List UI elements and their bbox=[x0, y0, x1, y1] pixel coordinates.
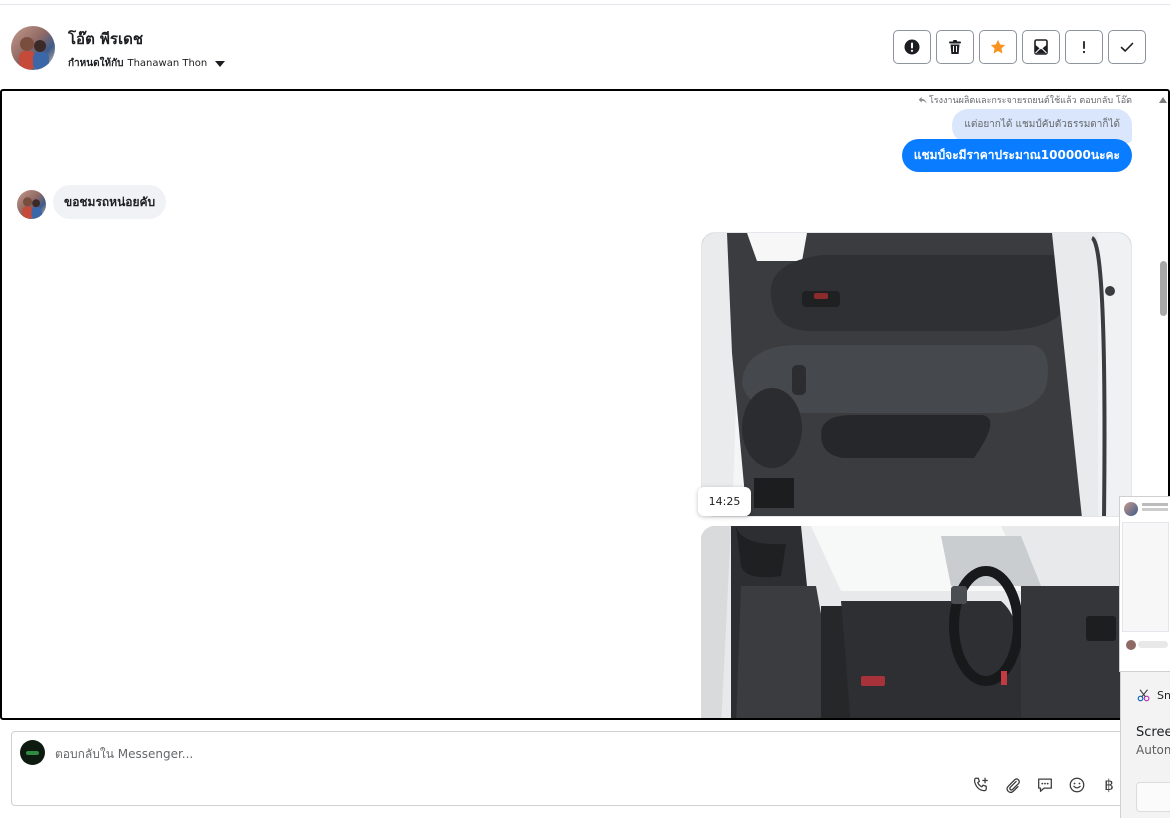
screenshot-thumbnail[interactable] bbox=[1119, 496, 1170, 672]
caret-down-icon bbox=[215, 60, 226, 67]
message-thread[interactable]: โรงงานผลิตและกระจายรถยนต์ใช้แล้ว ตอบกลับ… bbox=[0, 89, 1170, 720]
chat-bubble-icon bbox=[1038, 778, 1052, 792]
inbox-conversation-view: โอ๊ต พีรเดช กำหนดให้กับ Thanawan Thon โร… bbox=[0, 0, 1170, 818]
contact-avatar[interactable] bbox=[11, 26, 55, 70]
conversation-actions bbox=[893, 30, 1146, 64]
paperclip-icon bbox=[1006, 778, 1020, 794]
quoted-message[interactable]: แต่อยากได้ แชมป์คับตัวธรรมดาก็ได้ bbox=[952, 109, 1132, 143]
conversation-header: โอ๊ต พีรเดช กำหนดให้กับ Thanawan Thon bbox=[0, 4, 1170, 88]
exclamation-icon bbox=[1082, 41, 1086, 54]
smiley-icon bbox=[1069, 777, 1085, 793]
snipping-tool-notification[interactable]: Sn Screen Autom bbox=[1120, 672, 1170, 818]
alert-circle-icon bbox=[904, 39, 920, 55]
spam-action-button[interactable] bbox=[893, 30, 931, 64]
reply-input[interactable] bbox=[55, 744, 755, 764]
contact-name[interactable]: โอ๊ต พีรเดช bbox=[68, 27, 143, 51]
reply-arrow-icon bbox=[918, 96, 927, 104]
call-add-button[interactable] bbox=[970, 774, 992, 796]
toast-subtitle: Autom bbox=[1136, 743, 1170, 757]
assigned-label: กำหนดให้กับ bbox=[68, 58, 124, 69]
trash-icon bbox=[949, 40, 961, 54]
page-avatar bbox=[20, 740, 45, 765]
toast-title: Screen bbox=[1136, 725, 1170, 740]
check-icon bbox=[1120, 42, 1134, 52]
toast-action-button[interactable] bbox=[1136, 782, 1170, 812]
mark-unread-action-button[interactable] bbox=[1022, 30, 1060, 64]
car-interior-photo[interactable] bbox=[701, 526, 1132, 718]
scroll-thumb[interactable] bbox=[1160, 261, 1167, 316]
follow-up-action-button[interactable] bbox=[1065, 30, 1103, 64]
composer-toolbar: ฿ bbox=[970, 771, 1126, 796]
message-composer: ฿ bbox=[11, 731, 1161, 806]
car-door-panel-photo[interactable] bbox=[701, 232, 1132, 517]
emoji-button[interactable] bbox=[1066, 774, 1088, 796]
scroll-up-arrow-icon[interactable] bbox=[1159, 97, 1167, 103]
attach-button[interactable] bbox=[1002, 774, 1024, 796]
payment-button[interactable]: ฿ bbox=[1098, 771, 1126, 796]
reply-context-note: โรงงานผลิตและกระจายรถยนต์ใช้แล้ว ตอบกลับ… bbox=[918, 93, 1132, 107]
snipping-tool-icon bbox=[1137, 689, 1150, 702]
message-timestamp: 14:25 bbox=[698, 487, 751, 516]
received-message[interactable]: ขอชมรถหน่อยคับ bbox=[53, 185, 167, 219]
toast-app-row: Sn bbox=[1137, 688, 1170, 702]
toast-app-name: Sn bbox=[1157, 688, 1170, 702]
sender-avatar[interactable] bbox=[17, 190, 46, 219]
sent-message[interactable]: แชมป์จะมีราคาประมาณ100000นะคะ bbox=[901, 139, 1132, 172]
saved-replies-button[interactable] bbox=[1034, 774, 1056, 796]
mail-icon bbox=[1034, 39, 1048, 55]
baht-icon: ฿ bbox=[1104, 776, 1114, 794]
delete-action-button[interactable] bbox=[936, 30, 974, 64]
star-icon bbox=[990, 39, 1006, 54]
done-action-button[interactable] bbox=[1108, 30, 1146, 64]
star-action-button[interactable] bbox=[979, 30, 1017, 64]
assignee-selector[interactable]: กำหนดให้กับ Thanawan Thon bbox=[68, 56, 226, 71]
phone-plus-icon bbox=[973, 777, 988, 792]
assignee-name: Thanawan Thon bbox=[127, 58, 208, 69]
